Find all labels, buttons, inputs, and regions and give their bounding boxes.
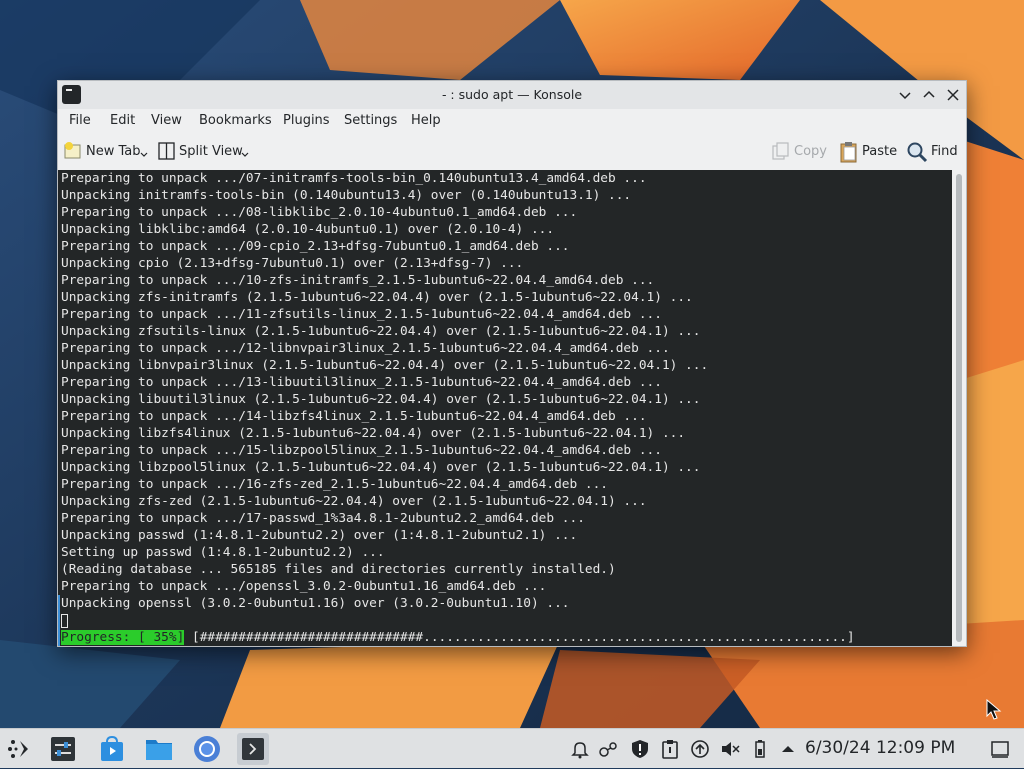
security-shield-icon[interactable]	[629, 738, 651, 760]
progress-label: Progress: [ 35%]	[61, 630, 185, 645]
app-launcher-icon[interactable]	[4, 733, 36, 765]
menu-bar: File Edit View Bookmarks Plugins Setting…	[58, 109, 966, 133]
menu-edit[interactable]: Edit	[110, 113, 135, 128]
terminal-line: Preparing to unpack .../08-libklibc_2.0.…	[61, 205, 578, 220]
copy-label: Copy	[794, 144, 827, 159]
terminal-line: Unpacking libuutil3linux (2.1.5-1ubuntu6…	[61, 392, 701, 407]
show-desktop-icon[interactable]	[989, 738, 1011, 760]
close-icon	[947, 89, 959, 101]
search-icon	[907, 142, 928, 163]
menu-settings[interactable]: Settings	[344, 113, 397, 128]
menu-plugins[interactable]: Plugins	[283, 113, 330, 128]
terminal-line: Preparing to unpack .../12-libnvpair3lin…	[61, 341, 670, 356]
terminal-line: Unpacking libzfs4linux (2.1.5-1ubuntu6~2…	[61, 426, 686, 441]
taskbar: 6/30/24 12:09 PM	[0, 728, 1024, 768]
terminal-line: Unpacking libklibc:amd64 (2.0.10-4ubuntu…	[61, 222, 555, 237]
terminal-line: Preparing to unpack .../10-zfs-initramfs…	[61, 273, 655, 288]
chevron-down-icon	[140, 152, 148, 157]
clock[interactable]: 6/30/24 12:09 PM	[805, 738, 955, 758]
terminal-line: Preparing to unpack .../openssl_3.0.2-0u…	[61, 579, 547, 594]
terminal-line: Setting up passwd (1:4.8.1-2ubuntu2.2) .…	[61, 545, 385, 560]
toolbar: New Tab Split View Copy Paste Find	[58, 134, 966, 168]
file-manager-icon[interactable]	[143, 733, 175, 765]
terminal-line: Preparing to unpack .../14-libzfs4linux_…	[61, 409, 647, 424]
terminal-line: Unpacking cpio (2.13+dfsg-7ubuntu0.1) ov…	[61, 256, 524, 271]
chevron-down-icon	[899, 92, 911, 100]
chromium-icon[interactable]	[191, 733, 223, 765]
menu-bookmarks[interactable]: Bookmarks	[199, 113, 272, 128]
find-label: Find	[931, 144, 958, 159]
progress-bar: [#############################..........…	[184, 630, 855, 645]
kde-connect-icon[interactable]	[598, 738, 620, 760]
terminal-line: Unpacking libzpool5linux (2.1.5-1ubuntu6…	[61, 460, 701, 475]
terminal-view[interactable]: Preparing to unpack .../07-initramfs-too…	[58, 170, 966, 646]
konsole-icon	[242, 738, 264, 760]
chevron-down-icon	[241, 152, 249, 157]
split-view-button[interactable]: Split View	[157, 141, 253, 163]
menu-file[interactable]: File	[69, 113, 91, 128]
clipboard-icon[interactable]	[659, 738, 681, 760]
terminal-line: Unpacking libnvpair3linux (2.1.5-1ubuntu…	[61, 358, 709, 373]
terminal-scrollbar[interactable]	[952, 170, 966, 646]
minimize-button[interactable]	[895, 85, 915, 105]
paste-icon	[840, 142, 857, 163]
chevron-up-icon	[923, 90, 935, 98]
system-settings-icon[interactable]	[47, 733, 79, 765]
battery-icon[interactable]	[749, 738, 771, 760]
menu-help[interactable]: Help	[411, 113, 441, 128]
paste-button[interactable]: Paste	[839, 141, 897, 163]
terminal-line: Preparing to unpack .../13-libuutil3linu…	[61, 375, 662, 390]
terminal-line: Preparing to unpack .../11-zfsutils-linu…	[61, 307, 662, 322]
split-view-icon	[158, 142, 175, 160]
new-tab-label: New Tab	[86, 144, 141, 159]
title-bar[interactable]: - : sudo apt — Konsole	[58, 81, 966, 109]
terminal-line: (Reading database ... 565185 files and d…	[61, 562, 616, 577]
menu-view[interactable]: View	[151, 113, 182, 128]
terminal-line: Unpacking initramfs-tools-bin (0.140ubun…	[61, 188, 632, 203]
mouse-pointer-icon	[986, 699, 1002, 720]
text-cursor	[61, 613, 68, 628]
terminal-line: Unpacking passwd (1:4.8.1-2ubuntu2.2) ov…	[61, 528, 578, 543]
tray-expand-icon[interactable]	[777, 738, 799, 760]
maximize-button[interactable]	[919, 85, 939, 105]
terminal-line: Preparing to unpack .../09-cpio_2.13+dfs…	[61, 239, 570, 254]
find-button[interactable]: Find	[906, 141, 958, 163]
konsole-task-button[interactable]	[237, 733, 269, 765]
terminal-line: Preparing to unpack .../15-libzpool5linu…	[61, 443, 662, 458]
split-view-label: Split View	[179, 144, 243, 159]
progress-line: Progress: [ 35%] [######################…	[61, 629, 855, 646]
terminal-line: Unpacking zfs-zed (2.1.5-1ubuntu6~22.04.…	[61, 494, 647, 509]
terminal-line: Preparing to unpack .../17-passwd_1%3a4.…	[61, 511, 585, 526]
terminal-output: Preparing to unpack .../07-initramfs-too…	[61, 170, 855, 646]
volume-muted-icon[interactable]	[719, 738, 741, 760]
konsole-window: - : sudo apt — Konsole File Edit View Bo…	[57, 80, 967, 647]
new-tab-icon	[64, 142, 81, 159]
copy-button[interactable]: Copy	[771, 141, 827, 163]
terminal-cursor-line	[61, 612, 855, 629]
terminal-line: Unpacking zfsutils-linux (2.1.5-1ubuntu6…	[61, 324, 701, 339]
copy-icon	[772, 142, 789, 160]
scroll-position-marker	[58, 595, 60, 646]
terminal-line: Preparing to unpack .../07-initramfs-too…	[61, 171, 647, 186]
discover-icon[interactable]	[96, 733, 128, 765]
terminal-line: Preparing to unpack .../16-zfs-zed_2.1.5…	[61, 477, 609, 492]
scrollbar-thumb[interactable]	[956, 174, 962, 642]
close-button[interactable]	[943, 85, 963, 105]
terminal-line: Unpacking openssl (3.0.2-0ubuntu1.16) ov…	[61, 596, 570, 611]
window-title: - : sudo apt — Konsole	[441, 87, 583, 102]
notifications-icon[interactable]	[569, 738, 591, 760]
terminal-line: Unpacking zfs-initramfs (2.1.5-1ubuntu6~…	[61, 290, 693, 305]
updates-icon[interactable]	[689, 738, 711, 760]
new-tab-button[interactable]: New Tab	[63, 141, 151, 163]
paste-label: Paste	[862, 144, 898, 159]
